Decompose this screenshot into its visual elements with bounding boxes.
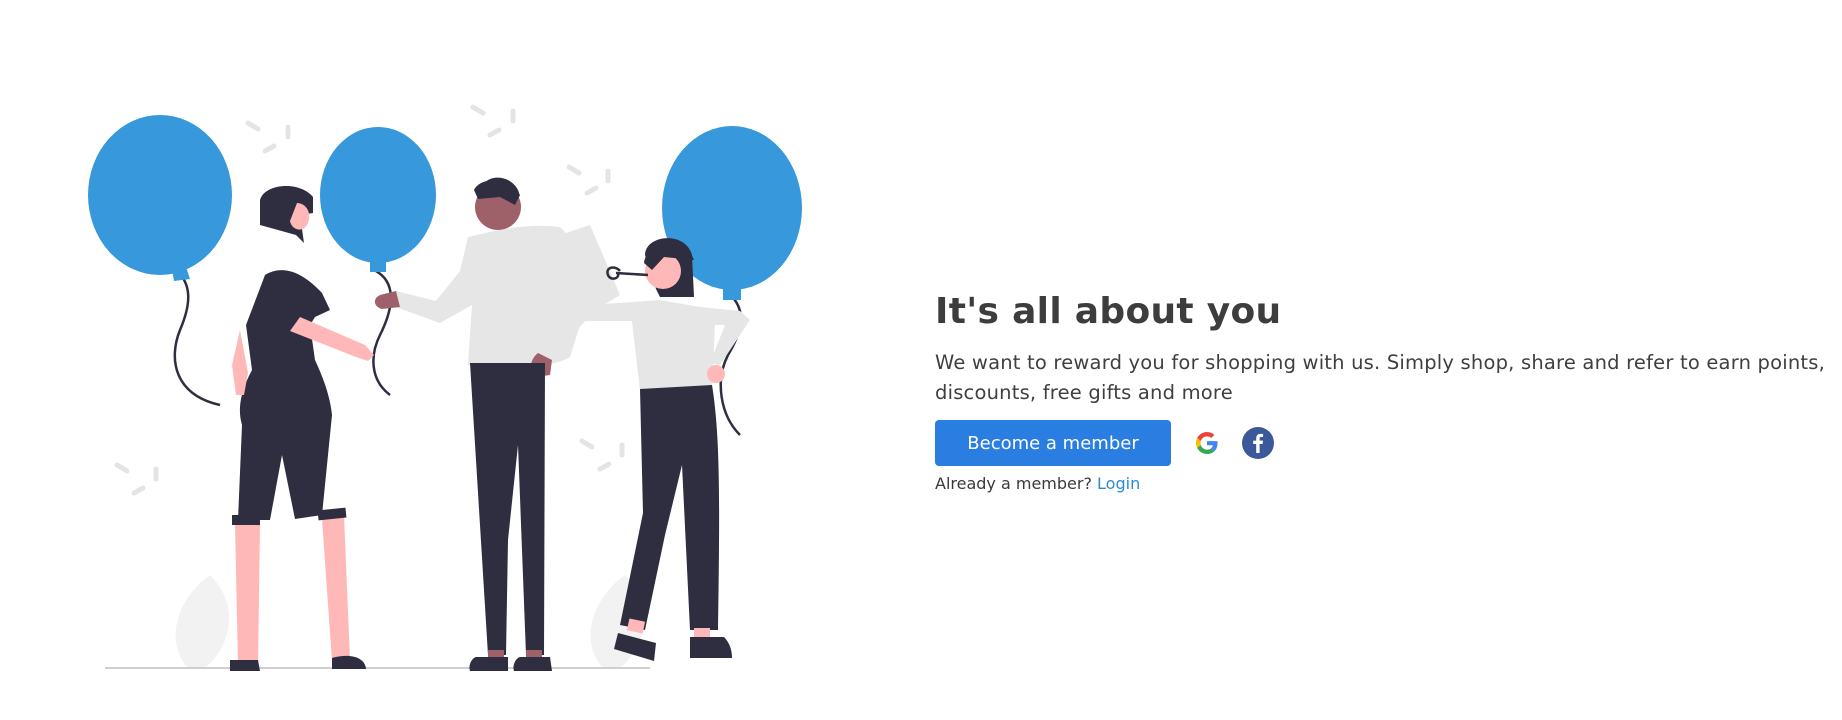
- man-figure: [374, 177, 620, 671]
- balloon-string-left: [171, 264, 221, 407]
- balloon-middle: [320, 127, 436, 263]
- rewards-promo: It's all about you We want to reward you…: [935, 290, 1825, 493]
- become-member-button[interactable]: Become a member: [935, 420, 1171, 466]
- woman-figure: [230, 186, 374, 671]
- balloon-string-middle: [372, 269, 392, 396]
- balloons: [88, 115, 802, 300]
- promo-heading: It's all about you: [935, 291, 1282, 332]
- login-link[interactable]: Login: [1097, 474, 1140, 493]
- people-with-balloons-illustration: [88, 104, 802, 671]
- existing-member-line: Already a member? Login: [935, 474, 1825, 493]
- google-signin-button[interactable]: [1191, 427, 1223, 459]
- plant-left: [175, 575, 230, 668]
- promo-description: We want to reward you for shopping with …: [935, 351, 1826, 404]
- facebook-signin-button[interactable]: [1242, 427, 1274, 459]
- facebook-icon: [1253, 433, 1264, 453]
- celebration-illustration: [60, 95, 830, 695]
- google-icon: [1196, 432, 1218, 454]
- balloon-left: [88, 115, 232, 275]
- promo-actions: Become a member: [935, 420, 1825, 466]
- member-prompt: Already a member?: [935, 474, 1092, 493]
